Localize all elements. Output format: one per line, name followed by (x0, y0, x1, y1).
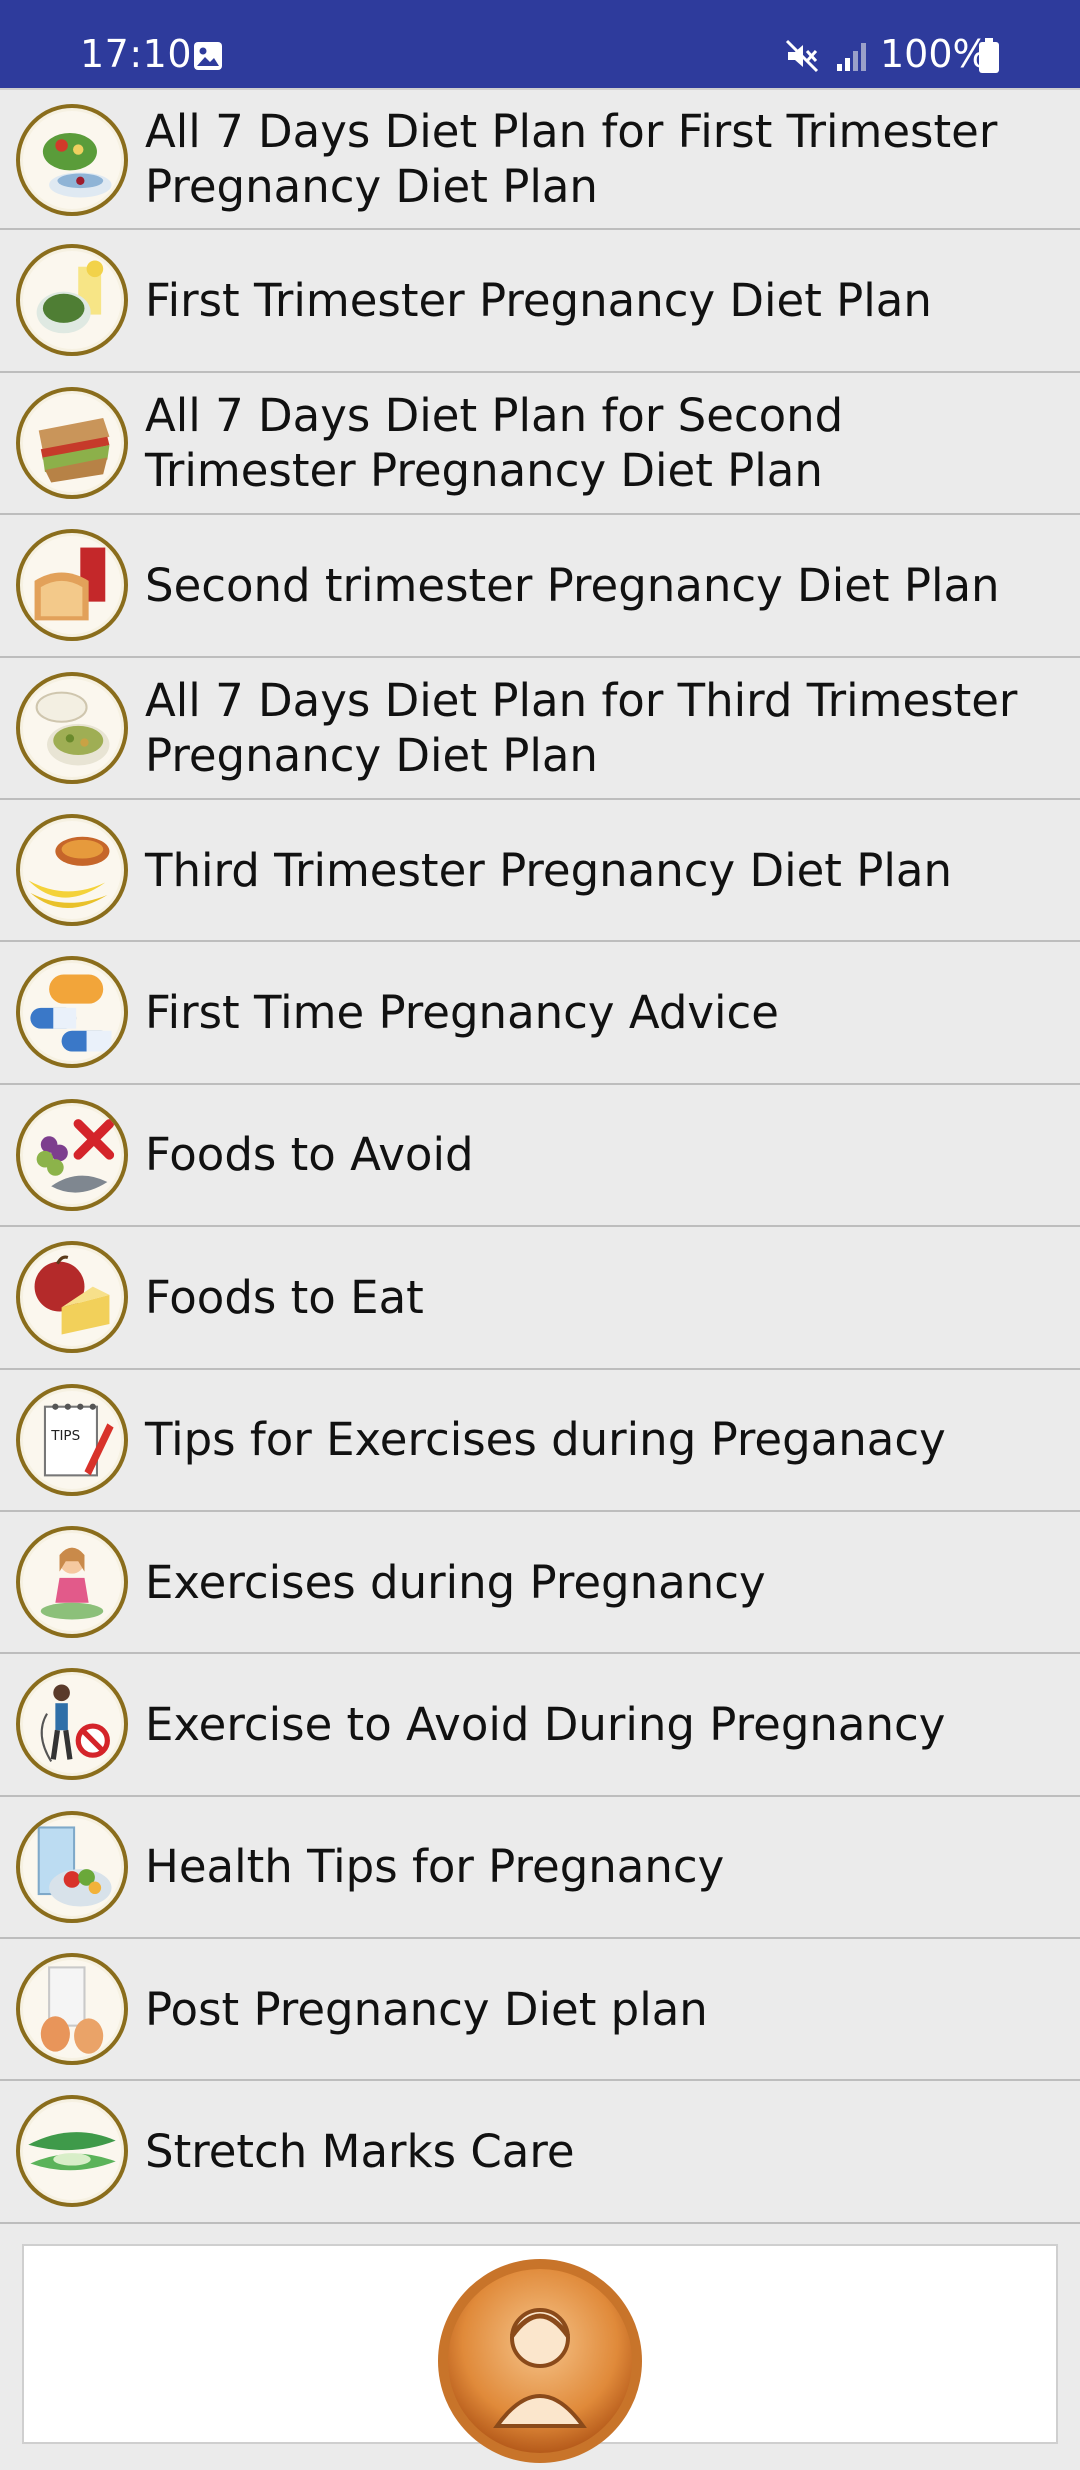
tips-notepad-icon: TIPS (16, 1383, 128, 1496)
list-item[interactable]: Post Pregnancy Diet plan (0, 1939, 1080, 2082)
list-item-label: First Trimester Pregnancy Diet Plan (145, 274, 932, 328)
status-bar: 17:10 100% (0, 0, 1080, 88)
salad-bowl-icon (16, 104, 128, 216)
list-item[interactable]: First Trimester Pregnancy Diet Plan (0, 230, 1080, 373)
grapes-fish-cross-icon (16, 1098, 128, 1211)
list-item-label: Tips for Exercises during Preganacy (145, 1413, 946, 1467)
list-item-label: All 7 Days Diet Plan for Second Trimeste… (145, 388, 844, 497)
water-salad-icon (16, 1810, 128, 1923)
apple-cheese-icon (16, 1241, 128, 1354)
signal-icon (834, 38, 870, 74)
pills-icon (16, 956, 128, 1069)
list-item-label: Exercises during Pregnancy (145, 1555, 766, 1609)
list-item-label: All 7 Days Diet Plan for Third Trimester… (145, 673, 1018, 782)
jump-rope-forbidden-icon (16, 1668, 128, 1781)
battery-icon (978, 38, 1000, 74)
list-item[interactable]: Health Tips for Pregnancy (0, 1796, 1080, 1940)
list-item[interactable]: Exercise to Avoid During Pregnancy (0, 1654, 1080, 1797)
list-item-label: Exercise to Avoid During Pregnancy (145, 1697, 946, 1751)
list-item[interactable]: Stretch Marks Care (0, 2081, 1080, 2224)
list-item[interactable]: Exercises during Pregnancy (0, 1511, 1080, 1655)
list-item[interactable]: TIPS Tips for Exercises during Preganacy (0, 1369, 1080, 1512)
list-item-label: Foods to Eat (145, 1270, 424, 1324)
menu-list: All 7 Days Diet Plan for First Trimester… (0, 88, 1080, 2224)
aloe-vera-icon (16, 2095, 128, 2208)
bread-juice-icon (16, 529, 128, 642)
list-item-label: First Time Pregnancy Advice (145, 986, 779, 1040)
sandwich-icon (16, 386, 128, 499)
list-item-label: Health Tips for Pregnancy (145, 1840, 725, 1894)
milk-eggs-icon (16, 1953, 128, 2066)
list-item[interactable]: First Time Pregnancy Advice (0, 942, 1080, 1085)
list-item[interactable]: Third Trimester Pregnancy Diet Plan (0, 799, 1080, 943)
list-item[interactable]: Foods to Eat (0, 1227, 1080, 1370)
banana-soup-icon (16, 813, 128, 926)
list-item-label: Foods to Avoid (145, 1128, 474, 1182)
list-item-label: Stretch Marks Care (145, 2125, 575, 2179)
yogurt-rice-icon (16, 671, 128, 784)
list-item[interactable]: Second trimester Pregnancy Diet Plan (0, 515, 1080, 658)
greens-juice-icon (16, 244, 128, 357)
profile-woman-icon[interactable] (435, 2256, 645, 2466)
list-item[interactable]: All 7 Days Diet Plan for First Trimester… (0, 88, 1080, 231)
list-item[interactable]: All 7 Days Diet Plan for Second Trimeste… (0, 372, 1080, 516)
list-item-label: Second trimester Pregnancy Diet Plan (145, 558, 1000, 612)
list-item-label: Third Trimester Pregnancy Diet Plan (145, 843, 952, 897)
svg-text:TIPS: TIPS (50, 1428, 80, 1444)
list-item[interactable]: Foods to Avoid (0, 1084, 1080, 1228)
yoga-woman-icon (16, 1525, 128, 1638)
gallery-icon (192, 40, 224, 72)
battery-percentage: 100% (880, 32, 989, 76)
list-item-label: Post Pregnancy Diet plan (145, 1982, 708, 2036)
mute-icon (784, 38, 820, 74)
list-item-label: All 7 Days Diet Plan for First Trimester… (145, 105, 998, 214)
status-time: 17:10 (80, 32, 193, 76)
list-item[interactable]: All 7 Days Diet Plan for Third Trimester… (0, 657, 1080, 800)
